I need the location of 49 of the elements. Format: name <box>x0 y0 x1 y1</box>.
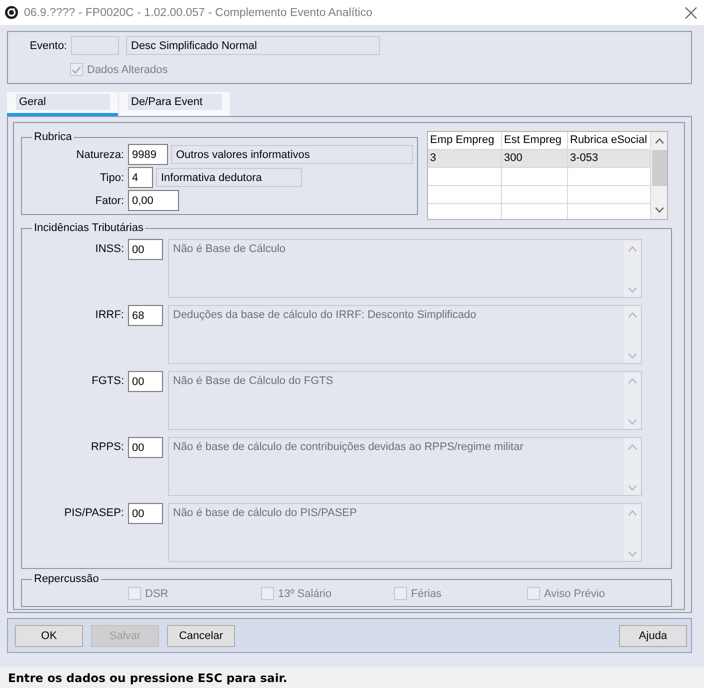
input-field[interactable]: 00 <box>128 371 163 392</box>
checkbox-label: DSR <box>145 588 168 600</box>
group-title: Incidências Tributárias <box>33 222 144 235</box>
close-icon[interactable] <box>685 6 697 18</box>
input-field[interactable]: 0,00 <box>128 190 179 211</box>
input-field[interactable]: 68 <box>128 305 163 326</box>
tab[interactable]: Geral <box>7 92 118 116</box>
status-text: Entre os dados ou pressione ESC para sair. <box>8 670 288 684</box>
group-title: Rubrica <box>33 131 73 144</box>
input-field[interactable]: 9989 <box>128 144 168 165</box>
description-memo[interactable]: Deduções da base de cálculo do IRRF: Desconto Simplificado <box>168 305 642 364</box>
input-field[interactable]: 00 <box>128 437 163 458</box>
checkbox-label: Férias <box>411 588 442 600</box>
window-title: 06.9.???? - FP0020C - 1.02.00.057 - Complemento Evento Analítico <box>24 6 372 18</box>
button[interactable]: OK <box>15 625 83 647</box>
input-field[interactable]: 00 <box>128 503 163 524</box>
button[interactable]: Cancelar <box>167 625 235 647</box>
group-title: Repercussão <box>33 573 100 586</box>
field-label: Evento: <box>30 40 67 52</box>
chevron-up-icon[interactable] <box>654 138 664 144</box>
tab[interactable]: De/Para Event <box>119 92 230 116</box>
scrollbar-thumb[interactable] <box>652 150 666 186</box>
checkbox-label: Dados Alterados <box>87 64 168 76</box>
help-button[interactable]: Ajuda <box>619 625 687 647</box>
description-memo[interactable]: Não é base de cálculo do PIS/PASEP <box>168 503 642 562</box>
field-label: INSS: <box>95 243 124 255</box>
description-field[interactable]: Outros valores informativos <box>171 145 413 164</box>
description-memo[interactable]: Não é Base de Cálculo <box>168 239 642 298</box>
field-label: Tipo: <box>100 172 124 184</box>
checkmark-icon <box>72 66 81 74</box>
field-label: Fator: <box>95 194 124 206</box>
checkbox-label: Aviso Prévio <box>544 588 605 600</box>
description-field[interactable]: Desc Simplificado Normal <box>126 36 380 55</box>
field-label: PIS/PASEP: <box>64 507 124 519</box>
logo-icon <box>5 6 18 19</box>
code-field[interactable] <box>71 36 119 55</box>
checkbox-label: 13º Salário <box>278 588 332 600</box>
scrollbar[interactable] <box>651 132 667 219</box>
description-memo[interactable]: Não é base de cálculo de contribuições devidas ao RPPS/regime militar <box>168 437 642 496</box>
field-label: FGTS: <box>92 375 124 387</box>
description-field[interactable]: Informativa dedutora <box>156 168 302 187</box>
chevron-down-icon[interactable] <box>654 207 664 213</box>
input-field[interactable]: 00 <box>128 239 163 260</box>
field-label: IRRF: <box>95 309 124 321</box>
field-label: RPPS: <box>90 441 124 453</box>
field-label: Natureza: <box>76 148 124 160</box>
input-field[interactable]: 4 <box>128 167 153 188</box>
table-row[interactable]: 3 300 3-053 <box>428 150 651 168</box>
description-memo[interactable]: Não é Base de Cálculo do FGTS <box>168 371 642 430</box>
